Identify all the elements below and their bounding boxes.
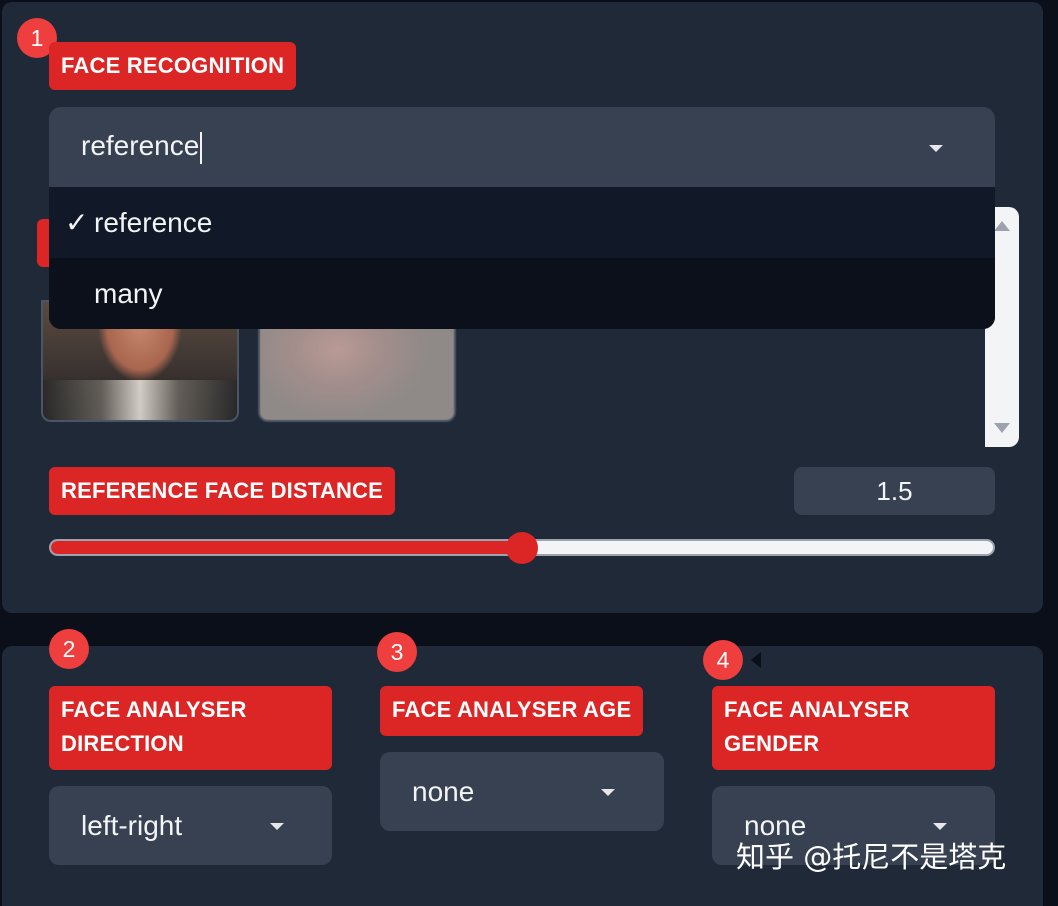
face-analyser-gender-label-line2: GENDER: [724, 731, 820, 756]
slider-fill: [51, 541, 524, 554]
text-cursor: [200, 131, 203, 164]
scroll-up-icon[interactable]: [994, 221, 1010, 231]
chevron-down-icon[interactable]: [601, 789, 615, 796]
reference-face-distance-label: REFERENCE FACE DISTANCE: [49, 467, 395, 515]
arrow-left-icon: [751, 652, 761, 668]
chevron-down-icon[interactable]: [933, 823, 947, 830]
face-analyser-direction-select[interactable]: left-right: [49, 786, 332, 865]
face-analyser-direction-label-line2: DIRECTION: [61, 731, 184, 756]
check-icon: ✓: [65, 207, 89, 238]
face-analyser-direction-label-line1: FACE ANALYSER: [61, 697, 247, 722]
face-analyser-gender-label: FACE ANALYSER GENDER: [712, 686, 995, 770]
face-recognition-select-value[interactable]: reference: [81, 130, 203, 164]
face-recognition-select[interactable]: reference: [49, 107, 995, 187]
face-analyser-direction-label: FACE ANALYSER DIRECTION: [49, 686, 332, 770]
dropdown-option-many[interactable]: many: [49, 258, 995, 329]
step-badge-2: 2: [49, 629, 89, 669]
face-recognition-label: FACE RECOGNITION: [49, 42, 297, 90]
step-badge-4: 4: [703, 640, 743, 680]
dropdown-option-label: many: [94, 277, 163, 309]
chevron-down-icon[interactable]: [270, 823, 284, 830]
dropdown-option-reference[interactable]: ✓ reference: [49, 187, 995, 258]
face-analyser-direction-value: left-right: [81, 809, 183, 841]
scroll-down-icon[interactable]: [994, 423, 1010, 433]
chevron-down-icon[interactable]: [929, 145, 943, 152]
step-badge-3: 3: [377, 632, 417, 672]
watermark: 知乎 @托尼不是塔克: [736, 840, 1007, 874]
face-analyser-age-select[interactable]: none: [380, 752, 664, 831]
dropdown-option-label: reference: [94, 206, 213, 238]
face-recognition-dropdown: ✓ reference many: [49, 187, 995, 329]
reference-face-distance-value[interactable]: 1.5: [794, 467, 995, 515]
face-analyser-age-value: none: [412, 775, 475, 807]
face-analyser-age-label: FACE ANALYSER AGE: [380, 686, 644, 736]
slider-handle[interactable]: [506, 532, 538, 564]
face-analyser-gender-label-line1: FACE ANALYSER: [724, 697, 910, 722]
